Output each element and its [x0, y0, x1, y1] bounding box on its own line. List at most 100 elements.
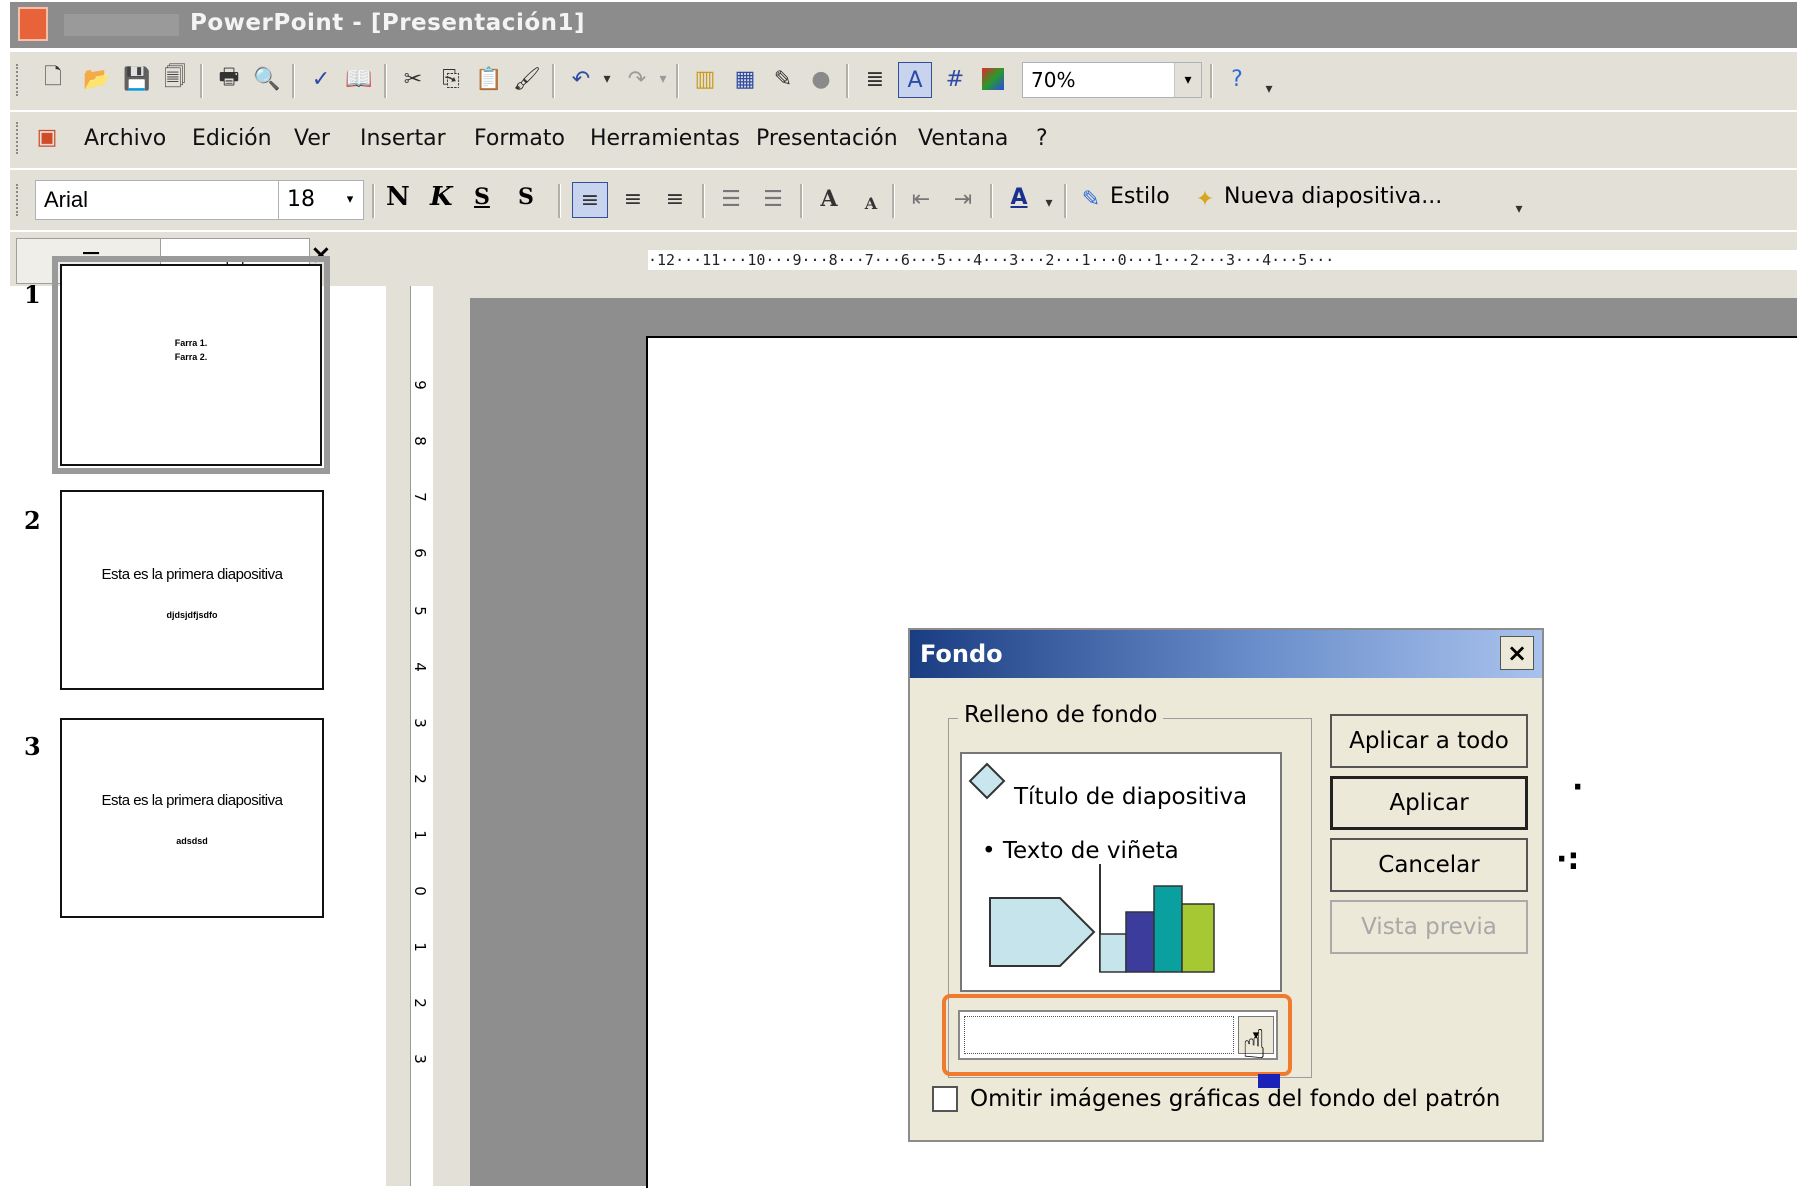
redo-dropdown-icon[interactable]: ▾ [654, 64, 672, 94]
diamond-icon [968, 762, 1006, 800]
bullets-icon[interactable]: ☰ [758, 184, 788, 214]
decrease-font-icon[interactable]: A [856, 188, 886, 218]
toolbar-grip[interactable] [16, 184, 22, 216]
color-grayscale-icon[interactable] [978, 64, 1008, 94]
print-preview-icon[interactable]: 🔍 [252, 64, 282, 94]
cut-icon[interactable]: ✂ [398, 64, 428, 94]
ruler-label: 2 [410, 998, 429, 1008]
ruler-label: 1 [410, 830, 429, 840]
new-slide-button[interactable]: Nueva diapositiva... [1224, 184, 1442, 209]
slides-pane: ☰ ▭ × 1 Farra 1. Farra 2. 2 Esta es la p… [10, 232, 387, 1186]
format-painter-icon[interactable]: 🖌 [512, 64, 542, 94]
preview-bullet-text: Texto de viñeta [1002, 838, 1179, 864]
zoom-combo[interactable]: 70% ▾ [1022, 62, 1202, 98]
insert-hyperlink-icon[interactable]: ● [806, 64, 836, 94]
font-size-value: 18 [287, 187, 315, 212]
font-color-dropdown-icon[interactable]: ▾ [1040, 188, 1058, 218]
align-left-icon[interactable]: ≡ [572, 182, 608, 218]
close-icon[interactable]: × [1500, 636, 1534, 670]
slide-thumbnail[interactable]: Farra 1. Farra 2. [52, 256, 330, 474]
save-icon[interactable]: 💾 [122, 64, 152, 94]
vertical-ruler-area: 9 8 7 6 5 4 3 2 1 0 1 2 3 [386, 232, 470, 1186]
dialog-title-bar[interactable]: Fondo × [910, 630, 1542, 678]
grid-icon[interactable]: # [940, 64, 970, 94]
title-redacted-region [64, 14, 179, 36]
redo-icon[interactable]: ↷ [622, 64, 652, 94]
font-color-button[interactable]: A [1004, 182, 1034, 212]
numbering-icon[interactable]: ☰ [716, 184, 746, 214]
menu-insertar[interactable]: Insertar [360, 126, 446, 151]
ruler-label: 7 [410, 492, 429, 502]
slide-thumbnail[interactable]: Esta es la primera diapositiva djdsjdfjs… [60, 490, 324, 690]
toolbar-separator [800, 184, 803, 218]
menu-edicion[interactable]: Edición [192, 126, 272, 151]
undo-dropdown-icon[interactable]: ▾ [598, 64, 616, 94]
toolbar-separator [892, 184, 895, 218]
thumb-line: djdsjdfjsdfo [166, 610, 218, 620]
apply-all-button[interactable]: Aplicar a todo [1330, 714, 1528, 768]
bold-button[interactable]: N [386, 182, 410, 212]
ruler-label: 6 [410, 548, 429, 558]
underline-button[interactable]: S [474, 184, 490, 210]
preview-button[interactable]: Vista previa [1330, 900, 1528, 954]
copy-icon[interactable]: ⎘ [436, 64, 466, 94]
menu-ventana[interactable]: Ventana [918, 126, 1008, 151]
menu-bar: ▣ Archivo Edición Ver Insertar Formato H… [10, 112, 1797, 168]
apply-button[interactable]: Aplicar [1330, 776, 1528, 830]
style-button[interactable]: Estilo [1110, 184, 1170, 209]
chevron-down-icon[interactable]: ▾ [337, 181, 363, 219]
menu-archivo[interactable]: Archivo [84, 126, 166, 151]
chevron-down-icon[interactable]: ▾ [1174, 63, 1201, 97]
menu-ver[interactable]: Ver [294, 126, 330, 151]
increase-font-icon[interactable]: A [814, 184, 844, 214]
pentagon-shape [989, 897, 1096, 967]
dialog-title: Fondo [920, 640, 1003, 668]
paste-icon[interactable]: 📋 [474, 64, 504, 94]
open-icon[interactable]: 📂 [82, 64, 112, 94]
hand-cursor-icon: ☝ [1242, 1022, 1267, 1068]
menu-help[interactable]: ? [1036, 126, 1048, 151]
menu-herramientas[interactable]: Herramientas [590, 126, 740, 151]
toolbar-separator [1064, 184, 1067, 218]
thumb-line: adsdsd [176, 836, 208, 846]
menubar-grip[interactable] [16, 122, 22, 154]
insert-table-icon[interactable]: ▦ [730, 64, 760, 94]
toolbar-separator [676, 64, 679, 98]
shadow-button[interactable]: S [518, 184, 534, 210]
omit-graphics-checkbox[interactable] [932, 1086, 958, 1112]
toolbar-separator [1210, 64, 1213, 98]
permission-icon[interactable]: 🗐 [160, 64, 190, 94]
expand-icon[interactable]: ≣ [860, 64, 890, 94]
tables-borders-icon[interactable]: ✎ [768, 64, 798, 94]
help-icon[interactable]: ? [1222, 64, 1252, 94]
menu-formato[interactable]: Formato [474, 126, 565, 151]
horizontal-ruler[interactable]: ·12···11···10···9···8···7···6···5···4···… [648, 250, 1797, 270]
app-icon[interactable] [18, 7, 48, 41]
show-formatting-icon[interactable]: A [898, 62, 932, 98]
vertical-ruler[interactable]: 9 8 7 6 5 4 3 2 1 0 1 2 3 [410, 286, 433, 1186]
toolbar-separator [384, 64, 387, 98]
toolbar-grip[interactable] [16, 64, 22, 96]
increase-indent-icon[interactable]: ⇥ [948, 184, 978, 214]
new-icon[interactable]: 🗋 [38, 64, 68, 94]
italic-button[interactable]: K [430, 182, 453, 212]
cancel-button[interactable]: Cancelar [1330, 838, 1528, 892]
menu-presentacion[interactable]: Presentación [756, 126, 898, 151]
toolbar-options-icon[interactable]: ▾ [1510, 194, 1528, 224]
undo-icon[interactable]: ↶ [566, 64, 596, 94]
font-size-combo[interactable]: 18 ▾ [278, 180, 364, 220]
app-menu-icon[interactable]: ▣ [32, 122, 62, 152]
toolbar-options-icon[interactable]: ▾ [1260, 74, 1278, 104]
spelling-icon[interactable]: ✓ [306, 64, 336, 94]
insert-chart-icon[interactable]: ▥ [690, 64, 720, 94]
decrease-indent-icon[interactable]: ⇤ [906, 184, 936, 214]
font-value: Arial [44, 187, 89, 212]
research-icon[interactable]: 📖 [344, 64, 374, 94]
thumb-line: Esta es la primera diapositiva [101, 566, 283, 583]
align-right-icon[interactable]: ≡ [660, 184, 690, 214]
style-icon: ✎ [1081, 186, 1101, 212]
slide-thumbnail[interactable]: Esta es la primera diapositiva adsdsd [60, 718, 324, 918]
slide-number: 3 [24, 732, 41, 761]
align-center-icon[interactable]: ≡ [618, 184, 648, 214]
print-icon[interactable]: 🖶 [214, 64, 244, 94]
